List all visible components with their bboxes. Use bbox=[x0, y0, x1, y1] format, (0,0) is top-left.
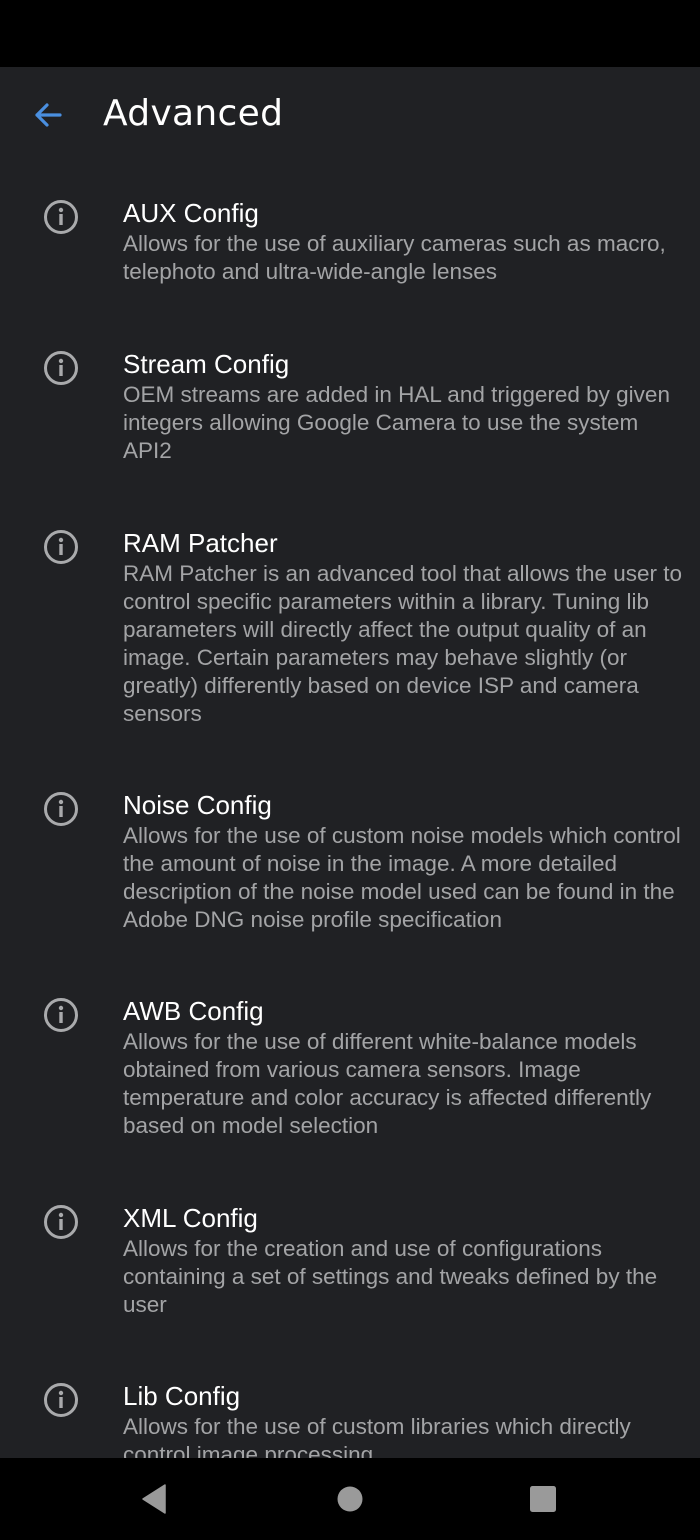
status-bar bbox=[0, 0, 700, 67]
info-icon bbox=[44, 1383, 78, 1417]
info-icon bbox=[44, 998, 78, 1032]
setting-description: Allows for the use of custom libraries w… bbox=[123, 1414, 631, 1458]
setting-title: AWB Config bbox=[123, 996, 264, 1026]
setting-title: RAM Patcher bbox=[123, 528, 278, 558]
nav-home-icon bbox=[337, 1486, 363, 1512]
nav-back-button[interactable] bbox=[137, 1481, 173, 1517]
info-icon bbox=[44, 530, 78, 564]
info-icon bbox=[44, 1205, 78, 1239]
info-icon bbox=[44, 351, 78, 385]
navigation-bar bbox=[0, 1458, 700, 1540]
setting-description: Allows for the use of custom noise model… bbox=[123, 823, 681, 932]
info-icon bbox=[44, 200, 78, 234]
setting-title: Stream Config bbox=[123, 349, 290, 379]
setting-description: OEM streams are added in HAL and trigger… bbox=[123, 382, 670, 463]
nav-recents-button[interactable] bbox=[525, 1481, 561, 1517]
nav-home-button[interactable] bbox=[332, 1481, 368, 1517]
setting-description: Allows for the use of different white-ba… bbox=[123, 1029, 652, 1138]
setting-title: AUX Config bbox=[123, 198, 259, 228]
page-title: Advanced bbox=[103, 93, 284, 134]
app-bar: Advanced bbox=[0, 67, 700, 162]
setting-title: Lib Config bbox=[123, 1381, 241, 1411]
setting-title: XML Config bbox=[123, 1203, 258, 1233]
settings-list: AUX Config Allows for the use of auxilia… bbox=[0, 162, 700, 1458]
setting-description: Allows for the creation and use of confi… bbox=[123, 1236, 658, 1317]
setting-description: Allows for the use of auxiliary cameras … bbox=[123, 231, 666, 284]
info-icon bbox=[44, 792, 78, 826]
nav-recents-icon bbox=[530, 1486, 556, 1512]
back-button[interactable] bbox=[28, 95, 68, 135]
nav-back-icon bbox=[142, 1484, 166, 1514]
setting-description: RAM Patcher is an advanced tool that all… bbox=[123, 561, 683, 726]
setting-title: Noise Config bbox=[123, 790, 272, 820]
arrow-back-icon bbox=[35, 103, 62, 127]
